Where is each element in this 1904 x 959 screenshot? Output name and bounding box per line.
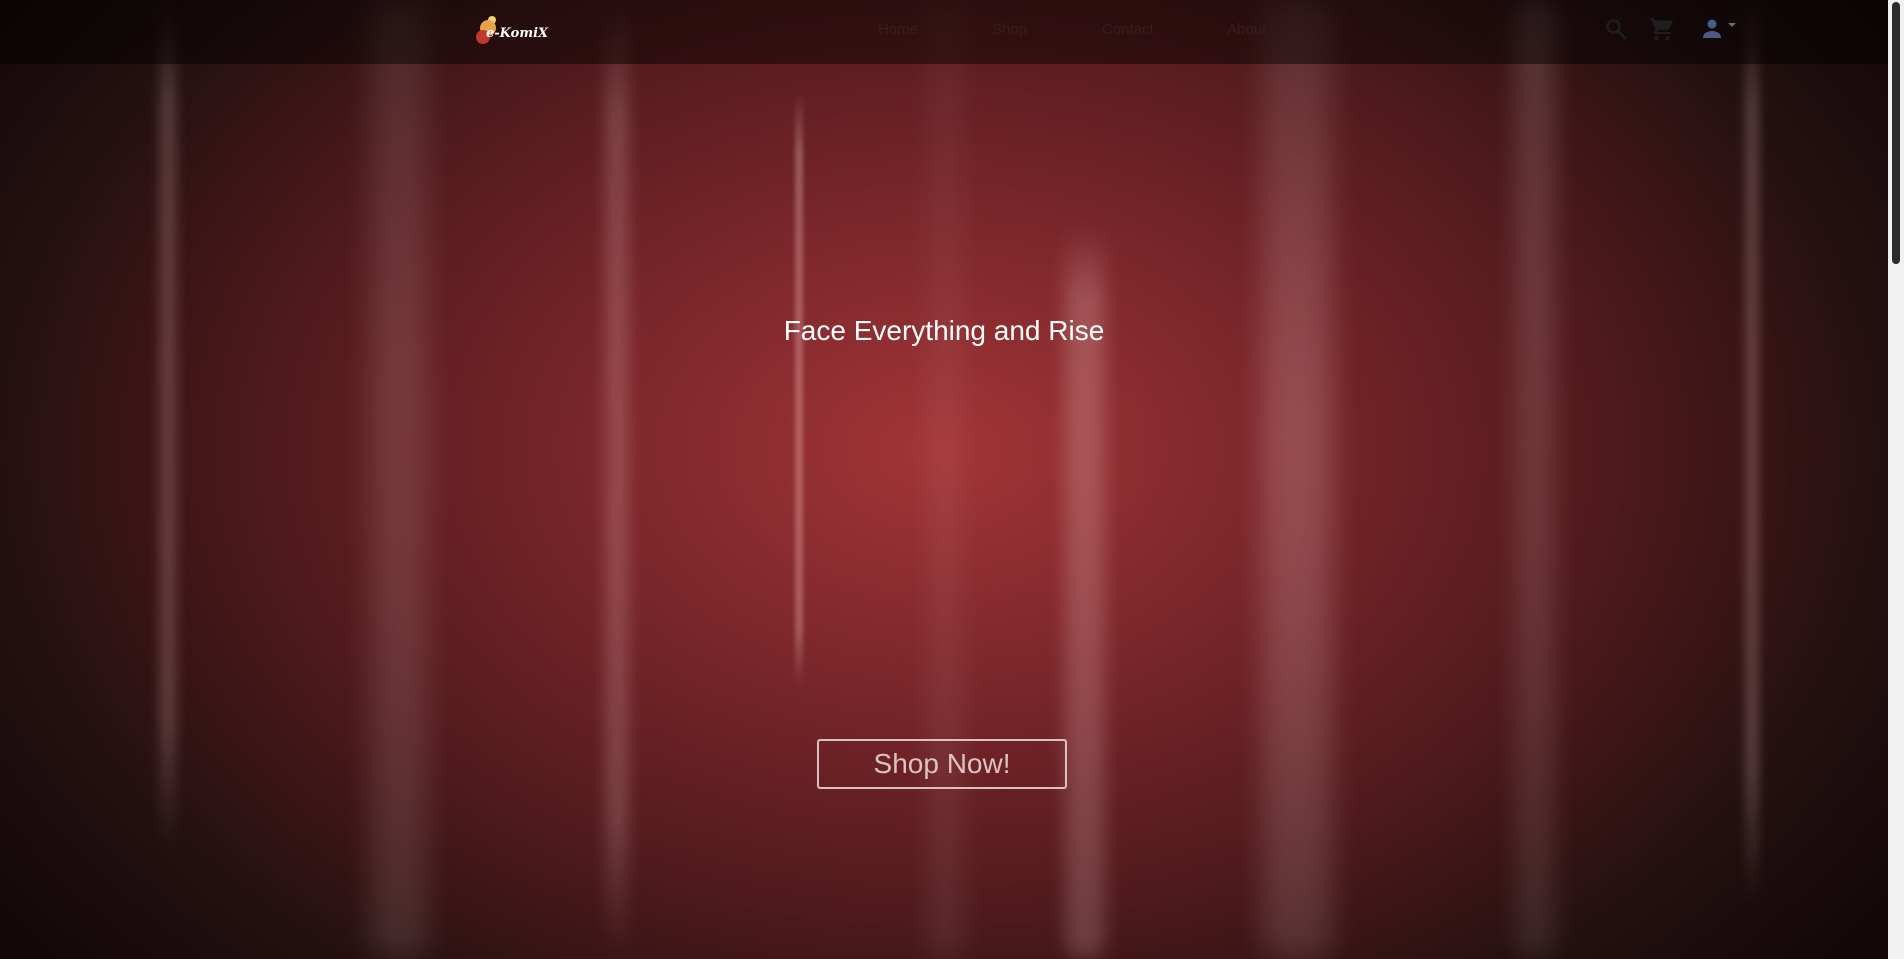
- search-button[interactable]: [1601, 14, 1631, 44]
- light-beam: [1745, 0, 1759, 905]
- logo-text: e-KomiX: [486, 26, 549, 41]
- caret-down-icon: [1728, 23, 1736, 27]
- top-navbar: e-KomiX Home Shop Contact About: [0, 0, 1888, 64]
- nav-link-home[interactable]: Home: [878, 21, 918, 38]
- brand-logo[interactable]: e-KomiX: [476, 16, 548, 50]
- shop-now-button[interactable]: Shop Now!: [817, 739, 1067, 789]
- scrollbar-thumb[interactable]: [1892, 2, 1900, 264]
- light-beam: [795, 92, 803, 687]
- nav-link-contact[interactable]: Contact: [1102, 21, 1154, 38]
- vertical-scrollbar[interactable]: [1888, 0, 1904, 959]
- page: Face Everything and Rise Shop Now! e-Kom…: [0, 0, 1904, 959]
- hero-title: Face Everything and Rise: [783, 315, 1105, 346]
- light-beam: [1515, 0, 1555, 959]
- user-menu-button[interactable]: [1695, 14, 1743, 44]
- light-beam: [930, 0, 960, 959]
- light-beam: [1262, 0, 1332, 959]
- shopping-cart-icon: [1650, 18, 1673, 41]
- hero-section: Face Everything and Rise Shop Now!: [0, 0, 1888, 959]
- nav-link-about[interactable]: About: [1227, 21, 1266, 38]
- light-beam: [370, 0, 428, 959]
- nav-link-shop[interactable]: Shop: [992, 21, 1027, 38]
- cart-button[interactable]: [1647, 14, 1677, 44]
- light-beam: [606, 0, 628, 959]
- light-beam: [160, 0, 176, 850]
- search-icon: [1606, 19, 1627, 40]
- user-icon: [1703, 19, 1721, 38]
